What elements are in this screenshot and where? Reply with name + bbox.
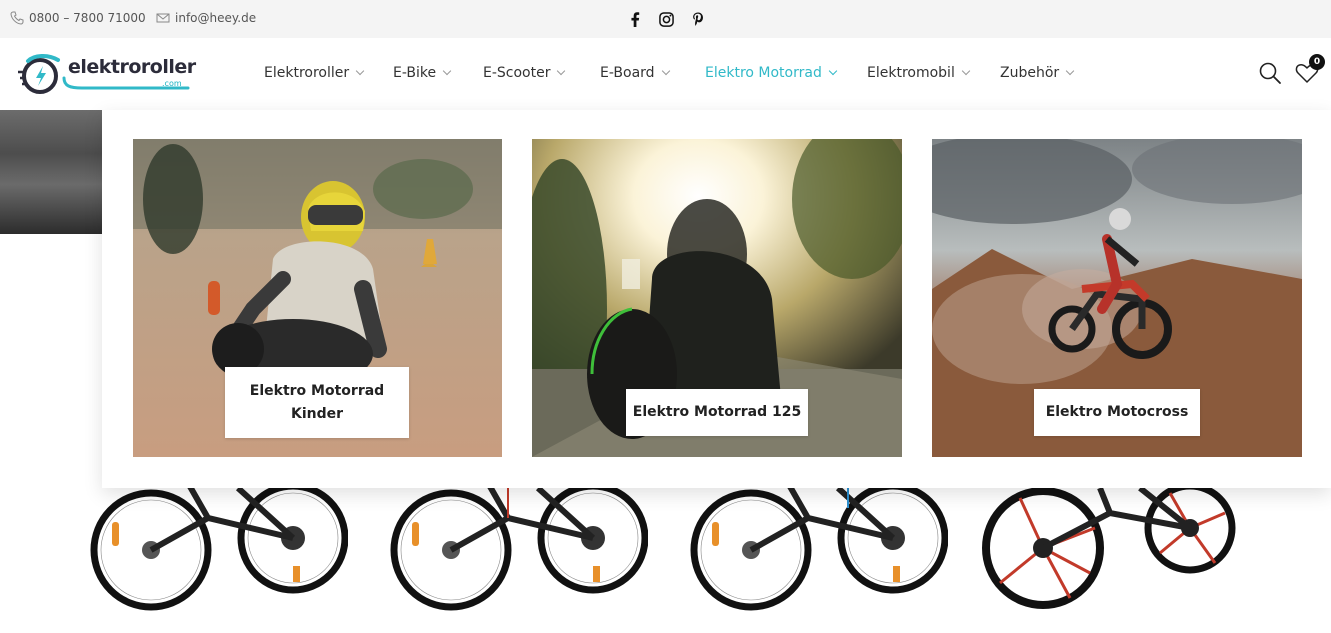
product-image[interactable] — [88, 481, 349, 629]
topbar-phone[interactable]: 0800 – 7800 71000 — [10, 11, 146, 25]
chevron-down-icon — [1065, 66, 1075, 76]
category-card-125[interactable]: Elektro Motorrad 125 — [532, 139, 902, 457]
nav-label: Elektro Motorrad — [705, 65, 822, 81]
logo-scooter-icon — [18, 54, 60, 94]
chevron-down-icon — [828, 66, 838, 76]
category-label[interactable]: Elektro Motorrad Kinder — [225, 367, 409, 438]
nav-e-board[interactable]: E-Board — [600, 65, 670, 81]
site-logo[interactable]: elektroroller .com — [18, 52, 198, 96]
category-label[interactable]: Elektro Motocross — [1034, 389, 1200, 436]
top-bar: 0800 – 7800 71000 info@heey.de — [0, 0, 1331, 38]
chevron-down-icon — [961, 66, 971, 76]
nav-e-bike[interactable]: E-Bike — [393, 65, 452, 81]
category-card-kinder[interactable]: Elektro Motorrad Kinder — [133, 139, 502, 457]
mail-icon — [156, 11, 170, 25]
topbar-email[interactable]: info@heey.de — [156, 11, 256, 25]
chevron-down-icon — [442, 66, 452, 76]
nav-label: E-Scooter — [483, 65, 551, 81]
nav-label: Elektroroller — [264, 65, 350, 81]
nav-label: E-Bike — [393, 65, 437, 81]
pinterest-icon[interactable] — [689, 10, 707, 28]
category-card-motocross[interactable]: Elektro Motocross — [932, 139, 1302, 457]
instagram-icon[interactable] — [657, 10, 675, 28]
search-icon[interactable] — [1257, 60, 1283, 86]
chevron-down-icon — [661, 66, 670, 76]
nav-label: Elektromobil — [867, 65, 955, 81]
nav-elektromobil[interactable]: Elektromobil — [867, 65, 971, 81]
nav-label: Zubehör — [1000, 65, 1060, 81]
chevron-down-icon — [355, 66, 365, 76]
nav-elektro-motorrad[interactable]: Elektro Motorrad — [705, 65, 838, 81]
email-address: info@heey.de — [175, 11, 257, 25]
wishlist-count-badge: 0 — [1309, 54, 1325, 70]
nav-zubehoer[interactable]: Zubehör — [1000, 65, 1075, 81]
nav-e-scooter[interactable]: E-Scooter — [483, 65, 566, 81]
chevron-down-icon — [557, 66, 566, 76]
main-header: elektroroller .com Elektroroller E-Bike … — [0, 38, 1331, 110]
phone-number: 0800 – 7800 71000 — [29, 11, 146, 25]
hero-image-fragment — [0, 110, 102, 234]
logo-suffix: .com — [162, 79, 182, 88]
product-image[interactable] — [980, 482, 1240, 629]
product-image[interactable] — [688, 481, 949, 629]
category-label[interactable]: Elektro Motorrad 125 — [626, 389, 808, 436]
phone-icon — [10, 11, 24, 25]
nav-label: E-Board — [600, 65, 655, 81]
facebook-icon[interactable] — [626, 10, 644, 28]
product-image[interactable] — [388, 481, 649, 629]
logo-text: elektroroller — [68, 56, 196, 78]
mega-menu-elektro-motorrad: Elektro Motorrad Kinder Elektro Motorrad… — [102, 110, 1331, 488]
nav-elektroroller[interactable]: Elektroroller — [264, 65, 365, 81]
